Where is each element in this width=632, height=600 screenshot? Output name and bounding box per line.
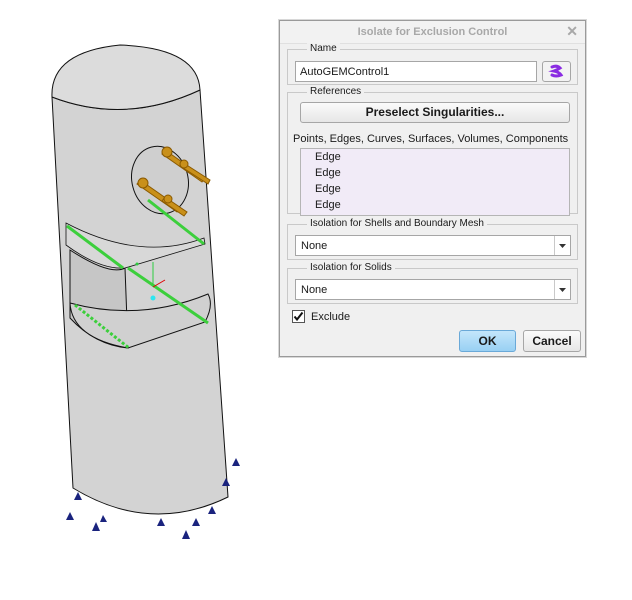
ok-button[interactable]: OK [459,330,516,352]
name-group: Name [287,43,578,85]
list-item[interactable]: Edge [301,197,569,213]
reference-filter-text: Points, Edges, Curves, Surfaces, Volumes… [293,133,569,145]
preselect-singularities-button[interactable]: Preselect Singularities... [300,102,570,123]
name-legend: Name [307,43,340,54]
references-group: References Preselect Singularities... Po… [287,86,578,216]
exclude-label: Exclude [311,311,351,323]
list-item[interactable]: Edge [301,149,569,165]
solids-selected-value: None [301,284,328,296]
shells-isolation-group: Isolation for Shells and Boundary Mesh N… [287,218,578,260]
chevron-down-icon[interactable] [554,236,570,255]
checkmark-icon [293,311,304,322]
cancel-button[interactable]: Cancel [523,330,581,352]
dialog-titlebar[interactable]: Isolate for Exclusion Control ✕ [280,21,585,44]
shells-isolation-select[interactable]: None [295,235,571,256]
name-picker-icon [548,64,564,78]
name-input[interactable] [295,61,537,82]
chevron-down-icon[interactable] [554,280,570,299]
exclude-checkbox[interactable] [292,310,305,323]
list-item[interactable]: Edge [301,181,569,197]
references-legend: References [307,86,365,97]
solids-isolation-select[interactable]: None [295,279,571,300]
close-icon[interactable]: ✕ [566,23,578,40]
list-item[interactable]: Edge [301,165,569,181]
solids-isolation-group: Isolation for Solids None [287,262,578,304]
solids-legend: Isolation for Solids [307,262,395,273]
shells-legend: Isolation for Shells and Boundary Mesh [307,218,487,229]
isolate-exclusion-dialog: Isolate for Exclusion Control ✕ Name Ref… [279,20,586,357]
dialog-title: Isolate for Exclusion Control [357,26,508,38]
name-picker-button[interactable] [542,61,571,82]
references-list[interactable]: Edge Edge Edge Edge [300,148,570,216]
shells-selected-value: None [301,240,328,252]
